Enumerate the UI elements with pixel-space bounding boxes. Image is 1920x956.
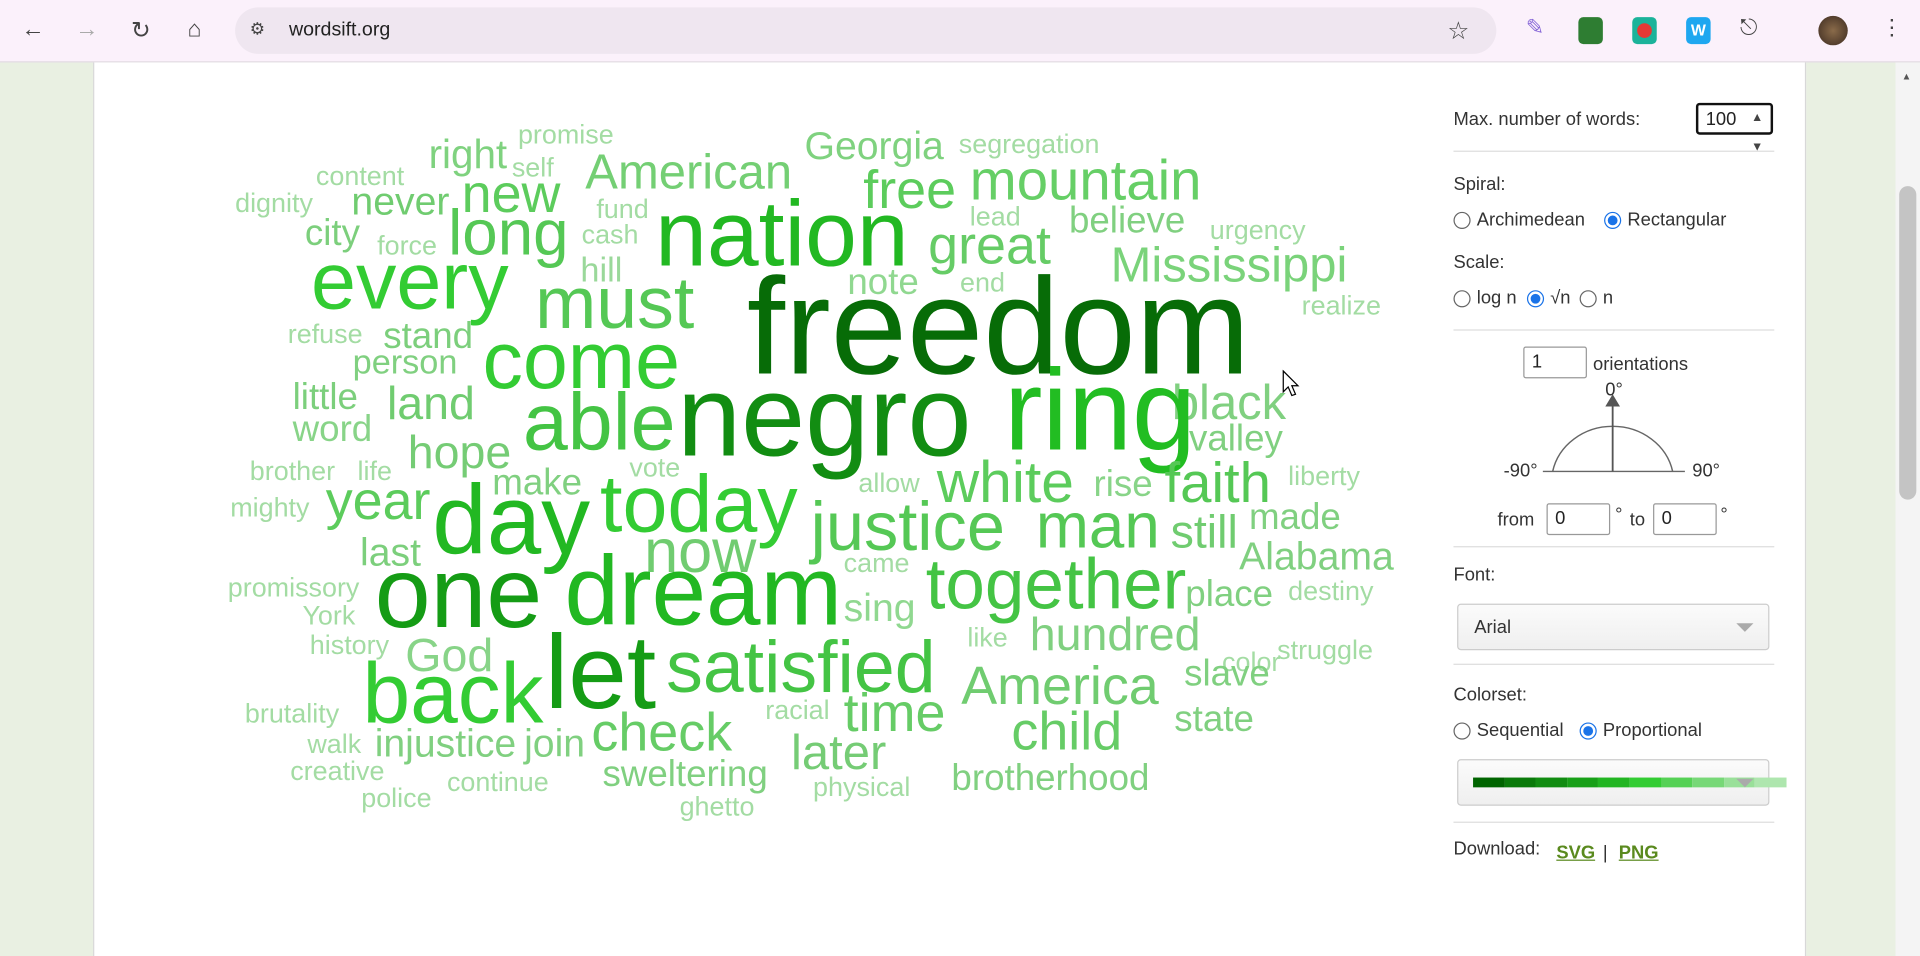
cloud-word: word xyxy=(292,408,373,449)
mouse-cursor-icon xyxy=(1282,369,1300,397)
to-label: to xyxy=(1629,509,1646,531)
cloud-word: sing xyxy=(844,587,916,630)
cloud-word: sweltering xyxy=(602,753,767,794)
cloud-word: hundred xyxy=(1030,608,1201,660)
max-words-label: Max. number of words: xyxy=(1453,108,1641,130)
orientations-input[interactable]: 1 xyxy=(1523,346,1587,379)
cloud-word: every xyxy=(311,237,509,327)
sequential-label: Sequential xyxy=(1476,720,1564,741)
degree-symbol: ° xyxy=(1615,504,1623,526)
cloud-word: brother xyxy=(250,456,335,486)
cloud-word: ghetto xyxy=(680,792,755,822)
proportional-label: Proportional xyxy=(1602,720,1702,741)
radio-sqrt-n[interactable] xyxy=(1526,290,1545,308)
cloud-word: walk xyxy=(306,729,361,759)
cloud-word: continue xyxy=(447,767,549,797)
cloud-word: slave xyxy=(1184,653,1270,694)
word-cloud: promiseright selfcontent American Georgia se… xyxy=(228,119,1394,822)
colorset-label: Colorset: xyxy=(1453,684,1527,706)
cloud-word: state xyxy=(1174,698,1254,739)
swatch-segment xyxy=(1504,777,1536,788)
link-separator: | xyxy=(1602,842,1608,864)
download-label: Download: xyxy=(1453,838,1541,860)
max-words-input[interactable]: 100 ▲ ▼ xyxy=(1695,102,1774,154)
cloud-word: liberty xyxy=(1288,461,1360,491)
log-n-label: log n xyxy=(1476,287,1517,309)
cloud-word: year xyxy=(326,471,431,531)
from-label: from xyxy=(1497,509,1535,531)
download-png-link[interactable]: PNG xyxy=(1619,842,1659,863)
archimedean-label: Archimedean xyxy=(1476,209,1585,231)
rectangular-label: Rectangular xyxy=(1627,209,1727,231)
cloud-word: never xyxy=(351,180,449,223)
orientation-dial[interactable] xyxy=(1542,392,1685,478)
swatch-segment xyxy=(1598,777,1630,788)
download-svg-link[interactable]: SVG xyxy=(1556,842,1595,863)
scale-label: Scale: xyxy=(1453,252,1505,274)
to-angle-input[interactable]: 0 xyxy=(1653,503,1717,536)
colorset-select[interactable] xyxy=(1457,759,1787,806)
swatch-segment xyxy=(1567,777,1599,788)
cloud-word: racial xyxy=(765,695,829,725)
cloud-word: refuse xyxy=(288,319,363,349)
radio-log-n[interactable] xyxy=(1453,290,1471,308)
cloud-word: land xyxy=(387,377,475,429)
divider xyxy=(1453,663,1775,665)
cloud-word: believe xyxy=(1069,200,1185,241)
font-value: Arial xyxy=(1474,617,1512,638)
angle-90-label: 90° xyxy=(1692,460,1721,482)
cloud-word: police xyxy=(361,783,431,813)
chevron-down-icon xyxy=(1736,623,1754,632)
chevron-down-icon xyxy=(1736,778,1754,788)
cloud-word: physical xyxy=(813,772,910,802)
cloud-word: brotherhood xyxy=(951,757,1149,798)
cloud-word: like xyxy=(967,623,1007,653)
spinner-icon[interactable]: ▲ ▼ xyxy=(1751,104,1763,163)
cloud-word: York xyxy=(302,600,355,630)
font-label: Font: xyxy=(1453,564,1496,586)
angle-minus-90-label: -90° xyxy=(1503,460,1538,482)
radio-proportional[interactable] xyxy=(1579,722,1597,740)
scroll-up-icon[interactable]: ▲ xyxy=(1902,71,1912,82)
radio-n[interactable] xyxy=(1579,290,1597,308)
cloud-word: Alabama xyxy=(1239,535,1394,578)
divider xyxy=(1453,821,1775,823)
cloud-word: cash xyxy=(582,220,639,250)
font-select[interactable]: Arial xyxy=(1457,603,1770,651)
degree-symbol: ° xyxy=(1720,504,1728,526)
cloud-word: made xyxy=(1249,496,1341,537)
from-angle-input[interactable]: 0 xyxy=(1546,503,1611,536)
orientations-label: orientations xyxy=(1593,353,1689,375)
radio-rectangular[interactable] xyxy=(1604,211,1622,229)
swatch-segment xyxy=(1629,777,1662,788)
swatch-segment xyxy=(1473,777,1505,788)
cloud-word: dignity xyxy=(235,188,313,218)
sqrt-n-label: √n xyxy=(1550,287,1571,309)
cloud-word: struggle xyxy=(1277,635,1373,665)
swatch-segment xyxy=(1661,777,1693,788)
cloud-word: promissory xyxy=(228,572,360,602)
cloud-word: creative xyxy=(290,756,384,786)
cloud-word: brutality xyxy=(245,698,340,728)
n-label: n xyxy=(1602,287,1614,309)
cloud-word: realize xyxy=(1302,291,1381,321)
cloud-word: child xyxy=(1011,701,1122,761)
cloud-word: came xyxy=(844,548,910,578)
cloud-word: injustice xyxy=(375,723,517,766)
swatch-segment xyxy=(1692,777,1724,788)
max-words-value: 100 xyxy=(1705,108,1737,130)
divider xyxy=(1453,329,1775,331)
scrollbar-thumb[interactable] xyxy=(1899,186,1917,500)
cloud-word: destiny xyxy=(1288,576,1374,606)
cloud-word: mighty xyxy=(230,493,310,523)
swatch-segment xyxy=(1535,777,1568,788)
radio-sequential[interactable] xyxy=(1453,722,1471,740)
cloud-word: join xyxy=(523,723,585,766)
radio-archimedean[interactable] xyxy=(1453,211,1471,229)
swatch-segment xyxy=(1755,777,1787,788)
divider xyxy=(1453,546,1775,548)
divider xyxy=(1453,150,1775,152)
spiral-label: Spiral: xyxy=(1453,173,1506,195)
